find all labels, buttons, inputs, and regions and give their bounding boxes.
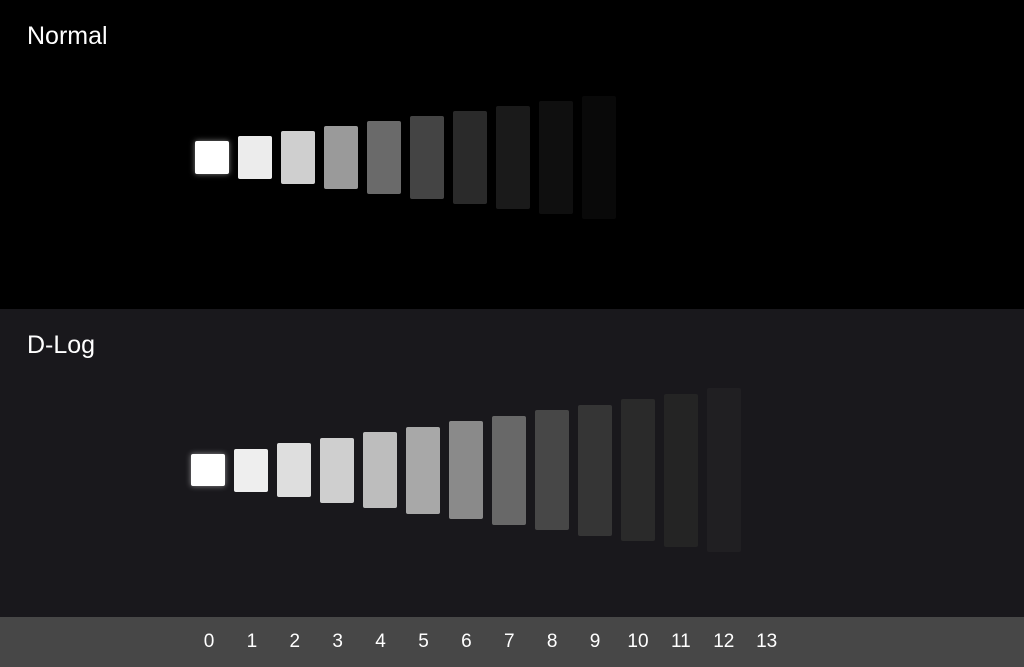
gray-patch-9 bbox=[578, 404, 612, 536]
gray-patch-10 bbox=[621, 399, 655, 541]
stop-label-9: 9 bbox=[589, 631, 601, 652]
dlog-panel: D-Log bbox=[0, 309, 1024, 617]
gray-patch-0 bbox=[191, 454, 225, 486]
gray-patch-5 bbox=[406, 426, 440, 514]
stop-label-5: 5 bbox=[418, 631, 429, 652]
gray-patch-8 bbox=[539, 100, 573, 214]
gray-patch-2 bbox=[277, 443, 311, 497]
gray-patch-6 bbox=[453, 110, 487, 204]
gray-patch-6 bbox=[449, 421, 483, 519]
stop-label-8: 8 bbox=[546, 631, 558, 652]
gray-patch-4 bbox=[363, 432, 397, 508]
normal-label: Normal bbox=[27, 22, 108, 50]
gray-patch-1 bbox=[234, 448, 268, 492]
gray-patch-3 bbox=[324, 125, 358, 189]
stop-scale: 0 1 2 3 4 5 6 7 8 9 10 11 12 13 bbox=[0, 617, 1024, 667]
stop-label-1: 1 bbox=[246, 631, 258, 652]
gray-patch-0 bbox=[195, 140, 229, 174]
stop-label-0: 0 bbox=[203, 631, 215, 652]
gray-patch-5 bbox=[410, 115, 444, 199]
gray-patch-7 bbox=[492, 415, 526, 525]
stop-label-12: 12 bbox=[713, 631, 735, 652]
gray-patch-7 bbox=[496, 105, 530, 209]
gray-patch-12 bbox=[707, 388, 741, 552]
gray-patch-8 bbox=[535, 410, 569, 530]
gray-patch-2 bbox=[281, 130, 315, 184]
dlog-label: D-Log bbox=[27, 331, 96, 359]
stop-label-6: 6 bbox=[461, 631, 472, 652]
stop-label-11: 11 bbox=[671, 631, 691, 652]
gray-patch-3 bbox=[320, 437, 354, 503]
gray-patch-9 bbox=[582, 95, 616, 219]
stop-label-13: 13 bbox=[756, 631, 778, 652]
gray-patch-4 bbox=[367, 120, 401, 194]
normal-panel: Normal bbox=[0, 0, 1024, 309]
stop-label-7: 7 bbox=[504, 631, 515, 652]
stop-label-10: 10 bbox=[627, 631, 649, 652]
stop-label-4: 4 bbox=[375, 631, 386, 652]
stop-label-3: 3 bbox=[332, 631, 343, 652]
stop-label-2: 2 bbox=[289, 631, 301, 652]
gray-patch-1 bbox=[238, 135, 272, 179]
gray-patch-11 bbox=[664, 393, 698, 547]
